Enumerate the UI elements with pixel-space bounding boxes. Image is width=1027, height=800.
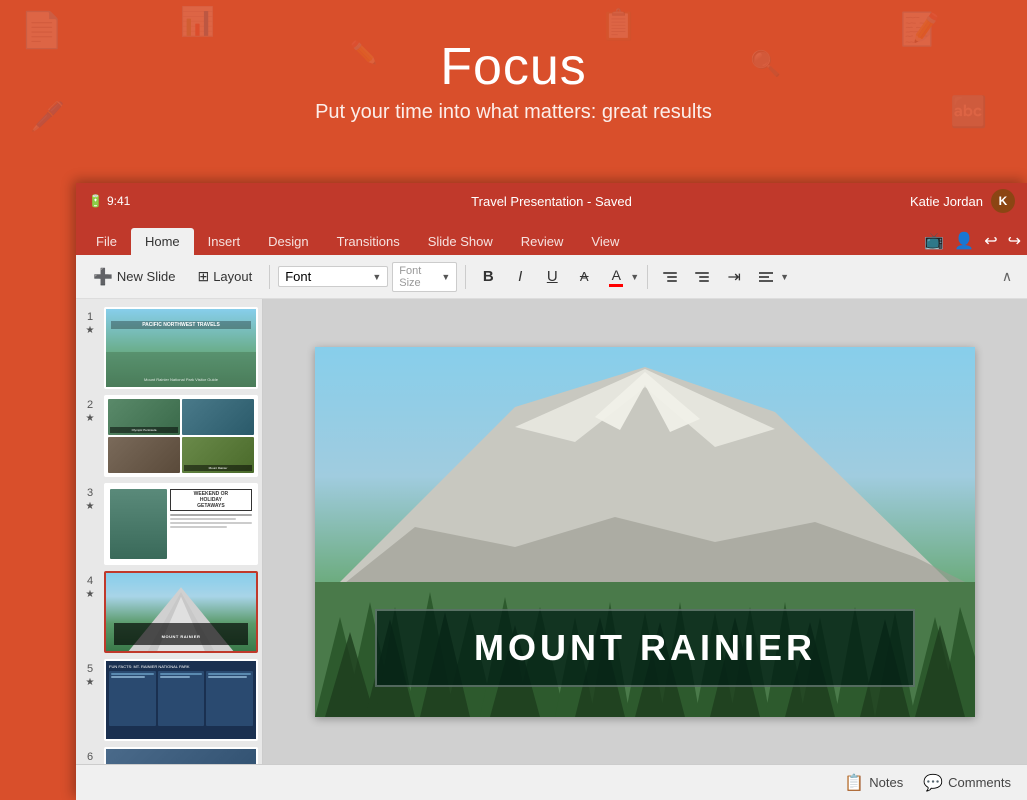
redo-icon[interactable]: ↪ <box>1008 231 1021 251</box>
font-color-button[interactable]: A <box>602 263 630 291</box>
tab-home[interactable]: Home <box>131 228 194 255</box>
ribbon-icons: 📺 👤 ↩ ↪ <box>924 231 1021 251</box>
toolbar-sep-2 <box>465 265 466 289</box>
toolbar-sep-3 <box>647 265 648 289</box>
slide-number-3: 3 <box>87 487 93 499</box>
tab-transitions[interactable]: Transitions <box>323 228 414 255</box>
slide-title-box[interactable]: MOUNT RAINIER <box>375 609 915 687</box>
people-icon[interactable]: 👤 <box>954 231 974 251</box>
slide-thumb-5[interactable]: FUN FACTS: MT. RAINIER NATIONAL PARK <box>104 659 258 741</box>
slide-thumb-2[interactable]: Olympic Peninsula Mount Rainier <box>104 395 258 477</box>
underline-button[interactable]: U <box>538 263 566 291</box>
undo-icon[interactable]: ↩ <box>984 231 997 251</box>
list-item[interactable]: 5 ★ FUN FACTS: MT. RAINIER NATIONAL PARK <box>80 659 258 741</box>
slide-star-2: ★ <box>86 413 95 424</box>
slide-number-col-3: 3 ★ <box>80 483 100 512</box>
slide-star-3: ★ <box>86 501 95 512</box>
slide-thumb-6[interactable] <box>104 747 258 764</box>
tab-design[interactable]: Design <box>254 228 322 255</box>
tab-view[interactable]: View <box>577 228 633 255</box>
layout-icon: ⊞ <box>197 268 209 285</box>
slide-star-4: ★ <box>86 589 95 600</box>
layout-button[interactable]: ⊞ Layout <box>188 263 261 290</box>
ribbon-tabs: File Home Insert Design Transitions Slid… <box>76 219 1027 255</box>
list-item[interactable]: 6 <box>80 747 258 764</box>
slide-number-col-6: 6 <box>80 747 100 763</box>
slide-thumb-3[interactable]: WEEKEND ORHOLIDAYGETAWAYS <box>104 483 258 565</box>
new-slide-button[interactable]: ➕ New Slide <box>84 262 184 292</box>
align-arrow: ▼ <box>780 272 789 282</box>
size-dropdown-arrow: ▼ <box>441 272 450 282</box>
focus-header: Focus Put your time into what matters: g… <box>0 0 1027 160</box>
notes-button[interactable]: 📋 Notes <box>844 773 903 793</box>
italic-button[interactable]: I <box>506 263 534 291</box>
slide-thumb-1[interactable]: PACIFIC NORTHWEST TRAVELS Mount Rainier … <box>104 307 258 389</box>
slide-number-col-5: 5 ★ <box>80 659 100 688</box>
slide-thumb-4[interactable]: MOUNT RAINIER <box>104 571 258 653</box>
slide-number-2: 2 <box>87 399 93 411</box>
comments-button[interactable]: 💬 Comments <box>923 773 1011 793</box>
status-time: 🔋 9:41 <box>88 194 130 208</box>
slide-number-4: 4 <box>87 575 93 587</box>
font-dropdown-arrow: ▼ <box>372 272 381 282</box>
document-title: Travel Presentation - Saved <box>471 194 632 209</box>
numbered-list-button[interactable] <box>688 263 716 291</box>
user-name: Katie Jordan <box>910 194 983 209</box>
slide-panel: 1 ★ PACIFIC NORTHWEST TRAVELS Mount Rain… <box>76 299 263 764</box>
bullet-list-icon <box>661 270 679 284</box>
slide-star-5: ★ <box>86 677 95 688</box>
focus-title: Focus <box>440 37 587 97</box>
tab-review[interactable]: Review <box>507 228 578 255</box>
list-item[interactable]: 4 ★ MOUNT RAINIER <box>80 571 258 653</box>
font-color-arrow: ▼ <box>630 272 639 282</box>
slide-number-col-4: 4 ★ <box>80 571 100 600</box>
font-dropdown[interactable]: Font ▼ <box>278 266 388 287</box>
slide-number-1: 1 <box>87 311 93 323</box>
user-avatar[interactable]: K <box>991 189 1015 213</box>
toolbar-expand[interactable]: ∧ <box>995 265 1019 289</box>
tab-slideshow[interactable]: Slide Show <box>414 228 507 255</box>
tab-file[interactable]: File <box>82 228 131 255</box>
slide-canvas[interactable]: MOUNT RAINIER <box>315 347 975 717</box>
new-slide-icon: ➕ <box>93 267 113 287</box>
slide-number-col-2: 2 ★ <box>80 395 100 424</box>
slide-number-5: 5 <box>87 663 93 675</box>
ppt-window: 🔋 9:41 Travel Presentation - Saved Katie… <box>76 183 1027 800</box>
slide-main-title: MOUNT RAINIER <box>474 627 816 668</box>
indent-button[interactable]: ⇥ <box>720 263 748 291</box>
bottom-bar: 📋 Notes 💬 Comments <box>76 764 1027 800</box>
bullet-list-button[interactable] <box>656 263 684 291</box>
align-button[interactable] <box>752 263 780 291</box>
comments-icon: 💬 <box>923 773 943 793</box>
slide-view: MOUNT RAINIER <box>263 299 1027 764</box>
user-info: Katie Jordan K <box>910 189 1015 213</box>
list-item[interactable]: 2 ★ Olympic Peninsula Mount Rainier <box>80 395 258 477</box>
focus-subtitle: Put your time into what matters: great r… <box>315 101 712 124</box>
notes-icon: 📋 <box>844 773 864 793</box>
font-size-dropdown[interactable]: Font Size ▼ <box>392 262 457 292</box>
list-item[interactable]: 3 ★ WEEKEND ORHOLIDAYGETAWAYS <box>80 483 258 565</box>
slide-number-6: 6 <box>87 751 93 763</box>
bold-button[interactable]: B <box>474 263 502 291</box>
color-indicator <box>609 284 623 287</box>
list-item[interactable]: 1 ★ PACIFIC NORTHWEST TRAVELS Mount Rain… <box>80 307 258 389</box>
title-bar: 🔋 9:41 Travel Presentation - Saved Katie… <box>76 183 1027 219</box>
main-area: 1 ★ PACIFIC NORTHWEST TRAVELS Mount Rain… <box>76 299 1027 764</box>
toolbar: ➕ New Slide ⊞ Layout Font ▼ Font Size ▼ … <box>76 255 1027 299</box>
numbered-list-icon <box>693 270 711 284</box>
slide-star-1: ★ <box>86 325 95 336</box>
battery-icon: 🔋 <box>88 194 103 208</box>
strikethrough-button[interactable]: A <box>570 263 598 291</box>
toolbar-sep-1 <box>269 265 270 289</box>
slide-number-col-1: 1 ★ <box>80 307 100 336</box>
tab-insert[interactable]: Insert <box>194 228 255 255</box>
present-icon[interactable]: 📺 <box>924 231 944 251</box>
